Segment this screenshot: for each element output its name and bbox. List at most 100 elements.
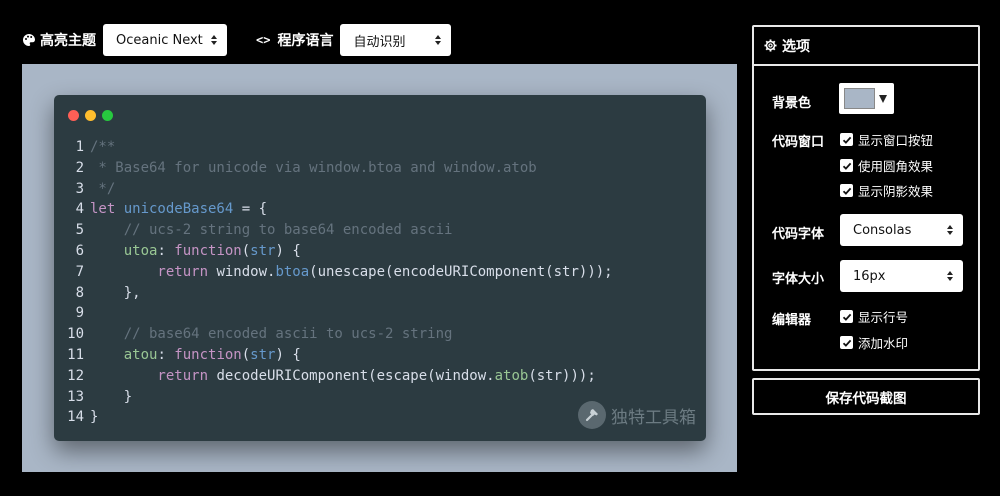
code-token: decodeURIComponent(escape(window. [216, 367, 495, 384]
save-screenshot-button[interactable]: 保存代码截图 [752, 378, 980, 415]
line-number: 12 [67, 367, 84, 384]
code-token: ) { [275, 346, 301, 363]
code-line: 11 atou: function(str) { [64, 345, 613, 366]
code-token: : [157, 242, 175, 259]
code-line: 10 // base64 encoded ascii to ucs-2 stri… [64, 324, 613, 345]
checkmark-icon [840, 310, 853, 323]
checkmark-icon [840, 159, 853, 172]
code-token: str [250, 346, 276, 363]
code-token: // ucs-2 string to base64 encoded ascii [90, 222, 453, 239]
code-brackets-icon: <> [256, 33, 271, 47]
code-token: btoa [275, 263, 310, 280]
maximize-dot-icon [102, 110, 113, 121]
language-label-group: <> 程序语言 [256, 30, 333, 50]
code-token: window. [216, 263, 276, 280]
code-token: }, [90, 284, 141, 301]
line-number: 5 [75, 222, 84, 239]
bg-color-picker[interactable] [839, 83, 894, 114]
checkbox-rounded-corners[interactable]: 使用圆角效果 [840, 156, 933, 175]
code-token: return [90, 367, 217, 384]
checkbox-label: 使用圆角效果 [858, 159, 934, 174]
code-token: ( [241, 346, 251, 363]
bg-color-label: 背景色 [772, 96, 812, 111]
close-dot-icon [68, 110, 79, 121]
checkbox-window-buttons[interactable]: 显示窗口按钮 [840, 130, 933, 149]
code-token: * Base64 for unicode via window.btoa and… [90, 159, 537, 176]
code-token: return [90, 263, 217, 280]
line-number: 2 [75, 159, 84, 176]
checkbox-label: 显示行号 [858, 310, 909, 325]
line-number: 7 [75, 263, 84, 280]
code-token: ) { [275, 242, 301, 259]
font-size-label: 字体大小 [772, 272, 825, 287]
language-label: 程序语言 [277, 33, 334, 49]
options-panel: 选项 背景色 代码窗口 显示窗口按钮 使用圆角效果 显示阴影效果 代码字体 Co… [752, 25, 980, 371]
options-header: 选项 [754, 27, 978, 66]
code-editor[interactable]: 1 /** 2 * Base64 for unicode via window.bt… [64, 137, 613, 428]
code-line: 4 let unicodeBase64 = { [64, 199, 613, 220]
line-number: 9 [75, 305, 84, 322]
line-number: 11 [67, 346, 84, 363]
line-number: 6 [75, 242, 84, 259]
checkbox-label: 添加水印 [858, 336, 909, 351]
code-token: atou [90, 346, 158, 363]
checkbox-label: 显示阴影效果 [858, 184, 934, 199]
code-token: (unescape(encodeURIComponent(str))); [309, 263, 613, 280]
language-select[interactable]: 自动识别 [340, 24, 452, 56]
code-token: utoa [90, 242, 158, 259]
code-token: : [157, 346, 175, 363]
code-line: 8 }, [64, 283, 613, 304]
checkmark-icon [840, 184, 853, 197]
editor-label: 编辑器 [772, 313, 812, 328]
code-line: 5 // ucs-2 string to base64 encoded asci… [64, 220, 613, 241]
code-token: (str))); [528, 367, 596, 384]
code-token: } [90, 388, 133, 405]
code-token: unicodeBase64 [123, 201, 234, 218]
code-line: 12 return decodeURIComponent(escape(wind… [64, 366, 613, 387]
theme-select[interactable]: Oceanic Next [103, 24, 227, 56]
code-token: str [250, 242, 276, 259]
line-number: 3 [75, 180, 84, 197]
checkbox-shadow[interactable]: 显示阴影效果 [840, 181, 933, 200]
checkbox-line-numbers[interactable]: 显示行号 [840, 307, 908, 326]
dropdown-arrow-icon [879, 94, 887, 103]
code-line: 2 * Base64 for unicode via window.btoa a… [64, 158, 613, 179]
select-caret-icon [435, 35, 442, 45]
line-number: 14 [67, 409, 84, 426]
hammer-icon [578, 401, 606, 429]
language-select-value: 自动识别 [353, 34, 406, 50]
code-window: 1 /** 2 * Base64 for unicode via window.bt… [54, 95, 706, 441]
theme-label: 高亮主题 [40, 33, 96, 49]
code-token: let [90, 201, 124, 218]
toolbar: 高亮主题 Oceanic Next <> 程序语言 自动识别 [22, 24, 452, 56]
select-caret-icon [947, 225, 953, 235]
line-number: 4 [75, 201, 84, 218]
preview-canvas: 1 /** 2 * Base64 for unicode via window.bt… [22, 64, 737, 472]
code-window-label: 代码窗口 [772, 135, 825, 150]
font-size-select[interactable]: 16px [840, 260, 963, 292]
watermark-text: 独特工具箱 [611, 407, 696, 428]
checkbox-label: 显示窗口按钮 [858, 133, 934, 148]
line-number: 13 [67, 388, 84, 405]
gear-icon [764, 39, 777, 52]
minimize-dot-icon [85, 110, 96, 121]
code-line: 9 [64, 303, 613, 324]
code-line: 13 } [64, 387, 613, 408]
code-token: } [90, 409, 99, 426]
select-caret-icon [947, 271, 953, 281]
window-buttons [68, 110, 113, 121]
bg-color-preview [844, 88, 875, 109]
checkbox-watermark[interactable]: 添加水印 [840, 333, 908, 352]
code-token: atob [494, 367, 529, 384]
code-token: /** [90, 139, 116, 155]
theme-select-value: Oceanic Next [116, 32, 203, 48]
code-line: 3 */ [64, 179, 613, 200]
code-token: = { [233, 201, 268, 218]
options-title: 选项 [782, 38, 810, 55]
code-line: 14} [64, 407, 613, 428]
code-font-label: 代码字体 [772, 227, 825, 242]
code-font-select[interactable]: Consolas [840, 214, 963, 246]
select-caret-icon [211, 35, 217, 45]
checkmark-icon [840, 133, 853, 146]
code-token: function [174, 346, 242, 363]
